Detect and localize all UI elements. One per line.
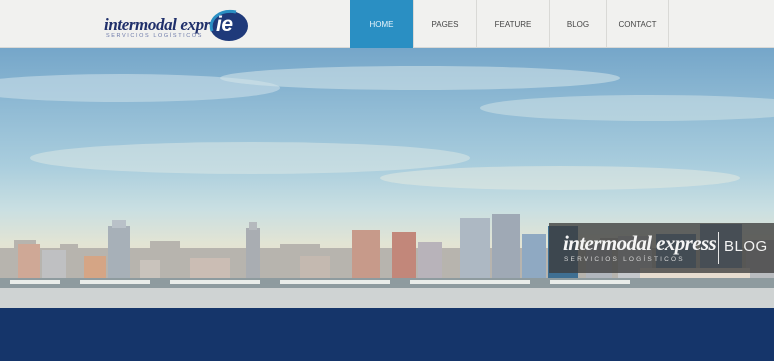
badge-brand: intermodal express — [563, 231, 717, 255]
logo-tagline: SERVICIOS LOGÍSTICOS — [106, 33, 203, 39]
logo-badge-icon: ie — [206, 9, 250, 43]
content-band — [0, 308, 774, 361]
site-header: intermodal express SERVICIOS LOGÍSTICOS … — [0, 0, 774, 48]
logo-badge-text: ie — [216, 13, 233, 36]
nav-pages-label: PAGES — [431, 19, 459, 29]
badge-section-title: BLOG — [724, 238, 768, 255]
nav-blog[interactable]: BLOG — [550, 0, 607, 48]
nav-feature-label: FEATURE — [494, 19, 532, 29]
nav-contact-label: CONTACT — [618, 19, 657, 29]
nav-blog-label: BLOG — [566, 19, 590, 29]
nav-feature[interactable]: FEATURE — [477, 0, 550, 48]
nav-home-label: HOME — [369, 19, 394, 29]
blog-title-badge: intermodal express SERVICIOS LOGÍSTICOS … — [549, 223, 774, 273]
badge-divider — [718, 232, 719, 264]
nav-home[interactable]: HOME — [350, 0, 414, 48]
nav-pages[interactable]: PAGES — [414, 0, 477, 48]
site-logo[interactable]: intermodal express SERVICIOS LOGÍSTICOS … — [104, 8, 254, 44]
main-nav: HOME PAGES FEATURE BLOG CONTACT — [350, 0, 669, 48]
hero-banner: intermodal express SERVICIOS LOGÍSTICOS … — [0, 48, 774, 308]
nav-contact[interactable]: CONTACT — [607, 0, 669, 48]
badge-tagline: SERVICIOS LOGÍSTICOS — [564, 256, 685, 263]
